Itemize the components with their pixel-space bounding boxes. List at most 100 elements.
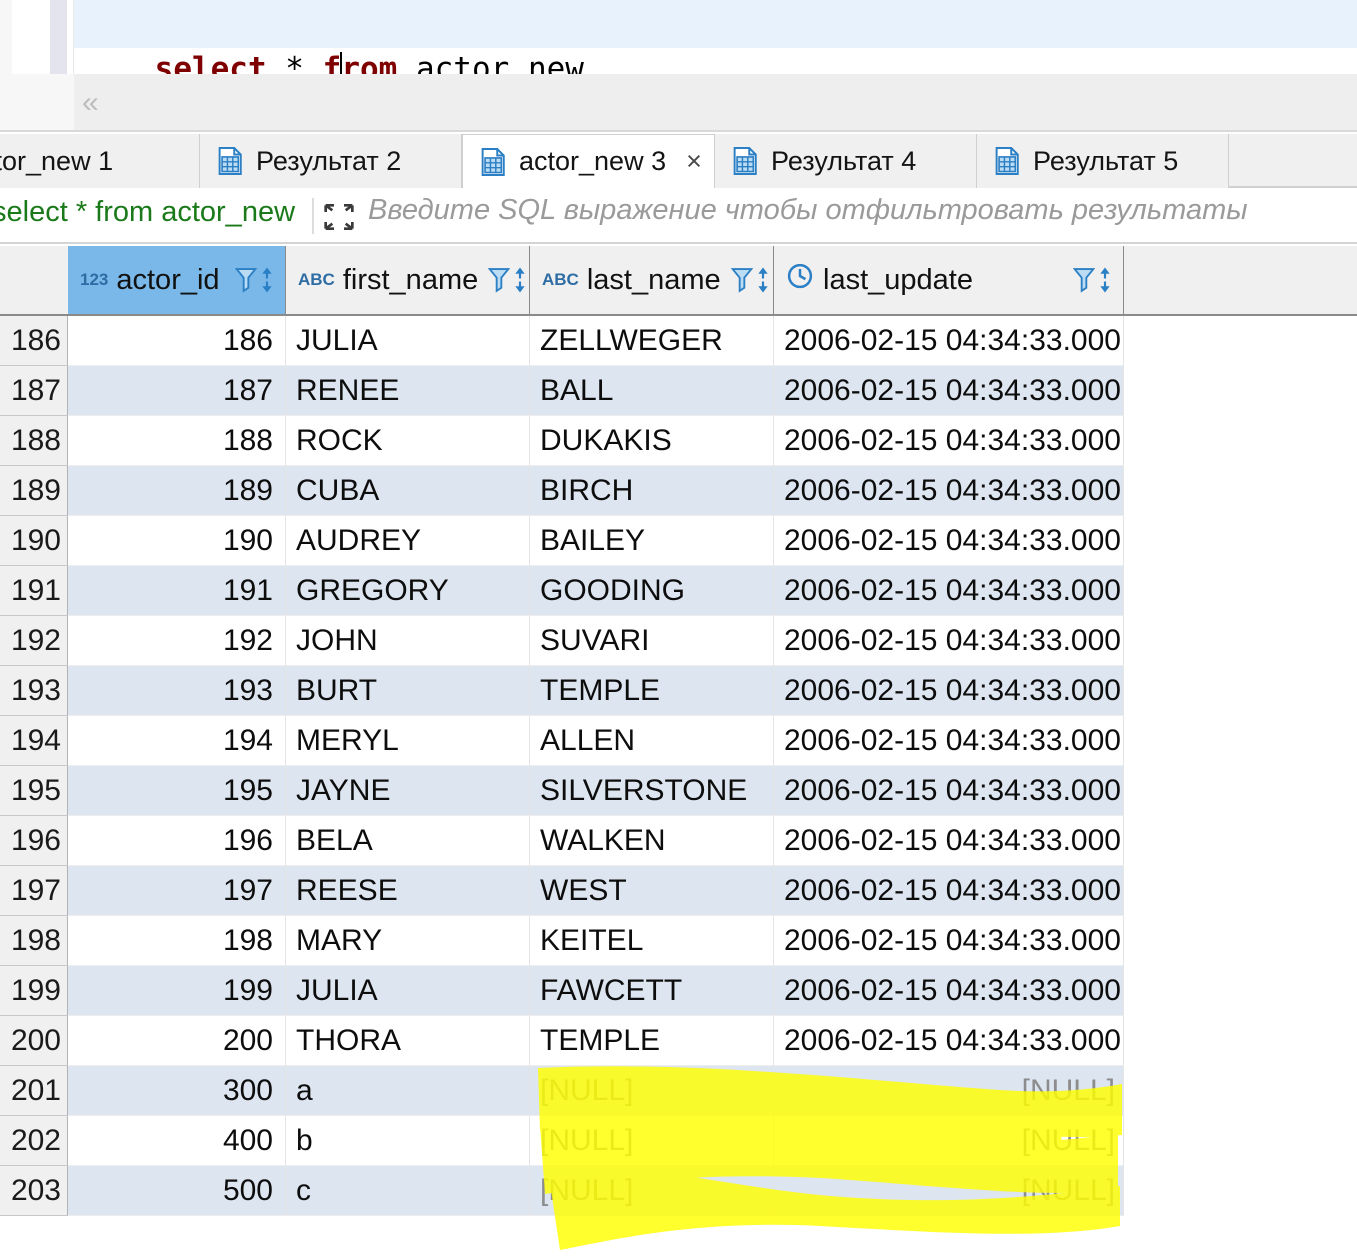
cell-last-update[interactable]: 2006-02-15 04:34:33.000 — [774, 466, 1124, 516]
cell-first-name[interactable]: MARY — [286, 916, 530, 966]
row-number[interactable]: 201 — [0, 1066, 68, 1116]
cell-last-update[interactable]: [NULL] — [774, 1066, 1124, 1116]
cell-actor-id[interactable]: 188 — [68, 416, 286, 466]
cell-last-update[interactable]: 2006-02-15 04:34:33.000 — [774, 316, 1124, 366]
tab-rezultat-4[interactable]: Результат 4 — [715, 134, 977, 188]
cell-first-name[interactable]: THORA — [286, 1016, 530, 1066]
cell-first-name[interactable]: JAYNE — [286, 766, 530, 816]
chevron-left-icon[interactable]: « — [82, 88, 99, 118]
cell-last-name[interactable]: [NULL] — [530, 1116, 774, 1166]
expand-arrows-icon[interactable] — [322, 202, 356, 232]
cell-first-name[interactable]: AUDREY — [286, 516, 530, 566]
cell-last-name[interactable]: SILVERSTONE — [530, 766, 774, 816]
row-number[interactable]: 203 — [0, 1166, 68, 1216]
cell-last-update[interactable]: 2006-02-15 04:34:33.000 — [774, 566, 1124, 616]
cell-last-name[interactable]: TEMPLE — [530, 666, 774, 716]
cell-last-update[interactable]: 2006-02-15 04:34:33.000 — [774, 666, 1124, 716]
cell-last-update[interactable]: 2006-02-15 04:34:33.000 — [774, 616, 1124, 666]
cell-last-update[interactable]: 2006-02-15 04:34:33.000 — [774, 416, 1124, 466]
cell-last-name[interactable]: FAWCETT — [530, 966, 774, 1016]
cell-first-name[interactable]: ROCK — [286, 416, 530, 466]
sql-editor[interactable]: select * from actor_new — [0, 0, 1357, 87]
row-number[interactable]: 193 — [0, 666, 68, 716]
cell-last-name[interactable]: GOODING — [530, 566, 774, 616]
row-number[interactable]: 200 — [0, 1016, 68, 1066]
sort-icon[interactable] — [755, 266, 771, 294]
cell-actor-id[interactable]: 195 — [68, 766, 286, 816]
cell-actor-id[interactable]: 191 — [68, 566, 286, 616]
cell-first-name[interactable]: c — [286, 1166, 530, 1216]
cell-actor-id[interactable]: 199 — [68, 966, 286, 1016]
cell-actor-id[interactable]: 198 — [68, 916, 286, 966]
filter-icon[interactable] — [1073, 266, 1095, 294]
cell-actor-id[interactable]: 500 — [68, 1166, 286, 1216]
grid-corner-cell[interactable] — [0, 246, 68, 314]
cell-last-name[interactable]: ALLEN — [530, 716, 774, 766]
cell-last-name[interactable]: BAILEY — [530, 516, 774, 566]
sort-icon[interactable] — [512, 266, 528, 294]
cell-last-update[interactable]: 2006-02-15 04:34:33.000 — [774, 866, 1124, 916]
cell-last-update[interactable]: [NULL] — [774, 1116, 1124, 1166]
cell-last-update[interactable]: 2006-02-15 04:34:33.000 — [774, 816, 1124, 866]
cell-first-name[interactable]: b — [286, 1116, 530, 1166]
cell-actor-id[interactable]: 187 — [68, 366, 286, 416]
row-number[interactable]: 190 — [0, 516, 68, 566]
column-controls[interactable] — [730, 266, 771, 294]
row-number[interactable]: 202 — [0, 1116, 68, 1166]
filter-icon[interactable] — [488, 266, 511, 294]
editor-gutter[interactable] — [12, 0, 74, 74]
sort-icon[interactable] — [259, 266, 275, 294]
active-query-text[interactable]: select * from actor_new — [0, 196, 295, 229]
cell-first-name[interactable]: JOHN — [286, 616, 530, 666]
filter-input[interactable]: Введите SQL выражение чтобы отфильтроват… — [368, 194, 1248, 227]
filter-icon[interactable] — [730, 266, 753, 294]
cell-first-name[interactable]: BELA — [286, 816, 530, 866]
column-controls[interactable] — [1073, 266, 1113, 294]
cell-last-name[interactable]: BIRCH — [530, 466, 774, 516]
row-number[interactable]: 198 — [0, 916, 68, 966]
cell-first-name[interactable]: a — [286, 1066, 530, 1116]
cell-last-name[interactable]: TEMPLE — [530, 1016, 774, 1066]
cell-last-name[interactable]: BALL — [530, 366, 774, 416]
cell-last-update[interactable]: 2006-02-15 04:34:33.000 — [774, 516, 1124, 566]
cell-last-name[interactable]: [NULL] — [530, 1066, 774, 1116]
cell-actor-id[interactable]: 193 — [68, 666, 286, 716]
column-header-last-name[interactable]: ABC last_name — [530, 246, 774, 314]
cell-last-update[interactable]: 2006-02-15 04:34:33.000 — [774, 716, 1124, 766]
cell-first-name[interactable]: JULIA — [286, 966, 530, 1016]
column-header-first-name[interactable]: ABC first_name — [286, 246, 530, 314]
cell-last-update[interactable]: 2006-02-15 04:34:33.000 — [774, 766, 1124, 816]
row-number[interactable]: 199 — [0, 966, 68, 1016]
tab-actor-new-1[interactable]: actor_new 1 — [0, 134, 200, 188]
cell-last-name[interactable]: SUVARI — [530, 616, 774, 666]
row-number[interactable]: 195 — [0, 766, 68, 816]
cell-last-name[interactable]: ZELLWEGER — [530, 316, 774, 366]
cell-first-name[interactable]: GREGORY — [286, 566, 530, 616]
column-controls[interactable] — [235, 266, 275, 294]
cell-first-name[interactable]: MERYL — [286, 716, 530, 766]
cell-first-name[interactable]: RENEE — [286, 366, 530, 416]
cell-first-name[interactable]: JULIA — [286, 316, 530, 366]
row-number[interactable]: 191 — [0, 566, 68, 616]
cell-last-update[interactable]: 2006-02-15 04:34:33.000 — [774, 916, 1124, 966]
cell-last-update[interactable]: 2006-02-15 04:34:33.000 — [774, 1016, 1124, 1066]
row-number[interactable]: 186 — [0, 316, 68, 366]
cell-actor-id[interactable]: 186 — [68, 316, 286, 366]
cell-actor-id[interactable]: 200 — [68, 1016, 286, 1066]
row-number[interactable]: 192 — [0, 616, 68, 666]
column-header-last-update[interactable]: last_update — [774, 246, 1124, 314]
cell-actor-id[interactable]: 194 — [68, 716, 286, 766]
cell-first-name[interactable]: REESE — [286, 866, 530, 916]
tab-rezultat-5[interactable]: Результат 5 — [977, 134, 1229, 188]
cell-actor-id[interactable]: 189 — [68, 466, 286, 516]
cell-actor-id[interactable]: 190 — [68, 516, 286, 566]
row-number[interactable]: 188 — [0, 416, 68, 466]
cell-last-name[interactable]: KEITEL — [530, 916, 774, 966]
row-number[interactable]: 187 — [0, 366, 68, 416]
cell-last-name[interactable]: DUKAKIS — [530, 416, 774, 466]
cell-last-update[interactable]: 2006-02-15 04:34:33.000 — [774, 366, 1124, 416]
cell-actor-id[interactable]: 300 — [68, 1066, 286, 1116]
row-number[interactable]: 196 — [0, 816, 68, 866]
row-number[interactable]: 197 — [0, 866, 68, 916]
cell-first-name[interactable]: CUBA — [286, 466, 530, 516]
